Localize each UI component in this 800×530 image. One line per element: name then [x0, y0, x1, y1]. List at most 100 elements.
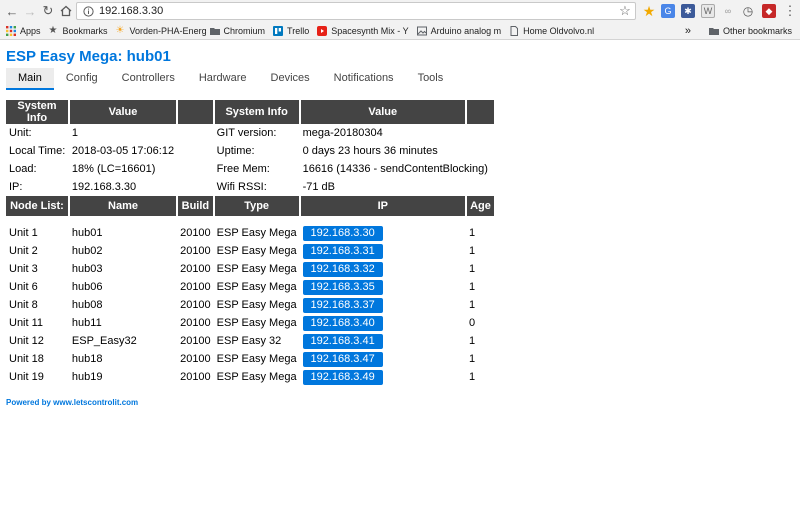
bookmark-bookmarks[interactable]: ★ Bookmarks [45, 22, 112, 40]
node-ip-button[interactable]: 192.168.3.31 [302, 243, 383, 259]
node-unit: Unit 6 [9, 281, 38, 293]
info-label: Uptime: [216, 145, 255, 157]
node-ip-button[interactable]: 192.168.3.30 [302, 225, 383, 241]
bookmark-trello[interactable]: Trello [269, 22, 313, 40]
info-value: 1 [71, 127, 79, 139]
system-info-table: System Info Value System Info Value Unit… [6, 100, 494, 386]
folder-icon [209, 26, 220, 36]
node-build: 20100 [180, 371, 211, 383]
info-label: Unit: [9, 127, 32, 139]
node-ip-cell: 192.168.3.37 [300, 296, 466, 314]
node-list-header-row: Node List: Name Build Type IP Age [6, 196, 494, 216]
sun-icon: ☀ [115, 24, 125, 36]
address-bar[interactable]: 192.168.3.30 ☆ [76, 2, 636, 20]
bookmark-arduino[interactable]: Arduino analog m [413, 22, 506, 40]
bookmark-star-icon[interactable]: ☆ [618, 3, 632, 19]
shield-extension-icon[interactable]: ◆ [762, 4, 776, 18]
node-build: 20100 [180, 227, 211, 239]
bookmark-label: Other bookmarks [722, 26, 792, 36]
node-ip-cell: 192.168.3.40 [300, 314, 466, 332]
column-header: Name [68, 196, 179, 216]
image-icon [416, 26, 427, 36]
node-unit: Unit 11 [9, 317, 44, 329]
link-extension-icon[interactable]: ∞ [721, 4, 735, 18]
node-ip-button[interactable]: 192.168.3.49 [302, 369, 383, 385]
node-ip-button[interactable]: 192.168.3.40 [302, 315, 383, 331]
node-build: 20100 [180, 245, 211, 257]
system-info-row: Unit: 1 GIT version: mega-20180304 [6, 124, 494, 142]
column-header: Value [299, 100, 468, 124]
node-ip-button[interactable]: 192.168.3.37 [302, 297, 383, 313]
column-header [466, 100, 494, 124]
node-age: 1 [469, 371, 476, 383]
bookmark-chromium[interactable]: Chromium [206, 22, 270, 40]
node-ip-button[interactable]: 192.168.3.32 [302, 261, 383, 277]
url-text[interactable]: 192.168.3.30 [99, 5, 618, 17]
column-header: IP [299, 196, 468, 216]
node-age: 1 [469, 299, 476, 311]
trello-icon [273, 25, 284, 36]
node-build: 20100 [180, 281, 211, 293]
info-label: Local Time: [9, 145, 66, 157]
system-info-row: Local Time: 2018-03-05 17:06:12 Uptime: … [6, 142, 494, 160]
bookmark-apps[interactable]: Apps [0, 22, 45, 40]
tab-main[interactable]: Main [6, 68, 54, 90]
speedometer-icon[interactable]: ◷ [741, 4, 755, 18]
bookmarks-overflow-icon[interactable]: » [685, 25, 691, 37]
node-row: Unit 3 hub03 20100 ESP Easy Mega 192.168.3.3… [6, 260, 494, 278]
back-icon[interactable]: ← [4, 3, 20, 19]
node-row: Unit 2 hub02 20100 ESP Easy Mega 192.168.3.3… [6, 242, 494, 260]
star-icon: ★ [48, 24, 58, 36]
tab-tools[interactable]: Tools [406, 68, 456, 90]
node-type: ESP Easy Mega [216, 353, 297, 365]
node-name: hub19 [71, 371, 103, 383]
bookmark-oldvolvo[interactable]: Home Oldvolvo.nl [505, 22, 598, 40]
reload-icon[interactable]: ↻ [40, 3, 56, 19]
tab-notifications[interactable]: Notifications [322, 68, 406, 90]
column-header: System Info [213, 100, 301, 124]
forward-icon[interactable]: → [22, 3, 38, 19]
node-ip-cell: 192.168.3.31 [300, 242, 466, 260]
node-ip-button[interactable]: 192.168.3.35 [302, 279, 383, 295]
tab-controllers[interactable]: Controllers [110, 68, 187, 90]
node-ip-button[interactable]: 192.168.3.41 [302, 333, 383, 349]
home-icon[interactable] [58, 3, 74, 19]
puzzle-extension-icon[interactable]: ✱ [681, 4, 695, 18]
node-row: Unit 12 ESP_Easy32 20100 ESP Easy 32 192.168… [6, 332, 494, 350]
tab-devices[interactable]: Devices [259, 68, 322, 90]
node-row: Unit 19 hub19 20100 ESP Easy Mega 192.168.3.… [6, 368, 494, 386]
node-ip-button[interactable]: 192.168.3.47 [302, 351, 383, 367]
bookmark-spacesynth[interactable]: Spacesynth Mix - Y [313, 22, 412, 40]
info-value: 2018-03-05 17:06:12 [71, 145, 175, 157]
tab-hardware[interactable]: Hardware [187, 68, 259, 90]
browser-toolbar: ← → ↻ 192.168.3.30 ☆ ★ G ✱ W ∞ ◷ ◆ ⋮ [0, 0, 800, 22]
info-label: Load: [9, 163, 37, 175]
info-value: 0 days 23 hours 36 minutes [302, 145, 438, 157]
system-info-row: Load: 18% (LC=16601) Free Mem: 16616 (14… [6, 160, 494, 178]
footer-link[interactable]: Powered by www.letscontrolit.com [6, 398, 138, 407]
bookmark-other[interactable]: Other bookmarks [705, 22, 796, 40]
bookmark-vorden[interactable]: ☀ Vorden-PHA-Energ [112, 22, 206, 40]
bookmark-label: Apps [20, 25, 41, 36]
info-label: Wifi RSSI: [216, 181, 267, 193]
node-type: ESP Easy Mega [216, 227, 297, 239]
node-unit: Unit 8 [9, 299, 38, 311]
youtube-icon [317, 25, 328, 36]
tab-config[interactable]: Config [54, 68, 110, 90]
info-icon[interactable] [81, 4, 95, 18]
bookmark-label: Bookmarks [62, 25, 108, 36]
menu-icon[interactable]: ⋮ [782, 3, 798, 19]
bookmark-extension-icon[interactable]: ★ [642, 3, 656, 19]
tab-bar: Main Config Controllers Hardware Devices… [6, 68, 796, 90]
node-type: ESP Easy Mega [216, 317, 297, 329]
page-content: ESP Easy Mega: hub01 Main Config Control… [6, 48, 796, 90]
node-name: hub08 [71, 299, 103, 311]
system-info-row: IP: 192.168.3.30 Wifi RSSI: -71 dB [6, 178, 494, 196]
node-build: 20100 [180, 299, 211, 311]
node-build: 20100 [180, 263, 211, 275]
node-unit: Unit 1 [9, 227, 38, 239]
node-age: 1 [469, 245, 476, 257]
node-name: hub02 [71, 245, 103, 257]
translate-icon[interactable]: G [661, 4, 675, 18]
window-extension-icon[interactable]: W [701, 4, 715, 18]
